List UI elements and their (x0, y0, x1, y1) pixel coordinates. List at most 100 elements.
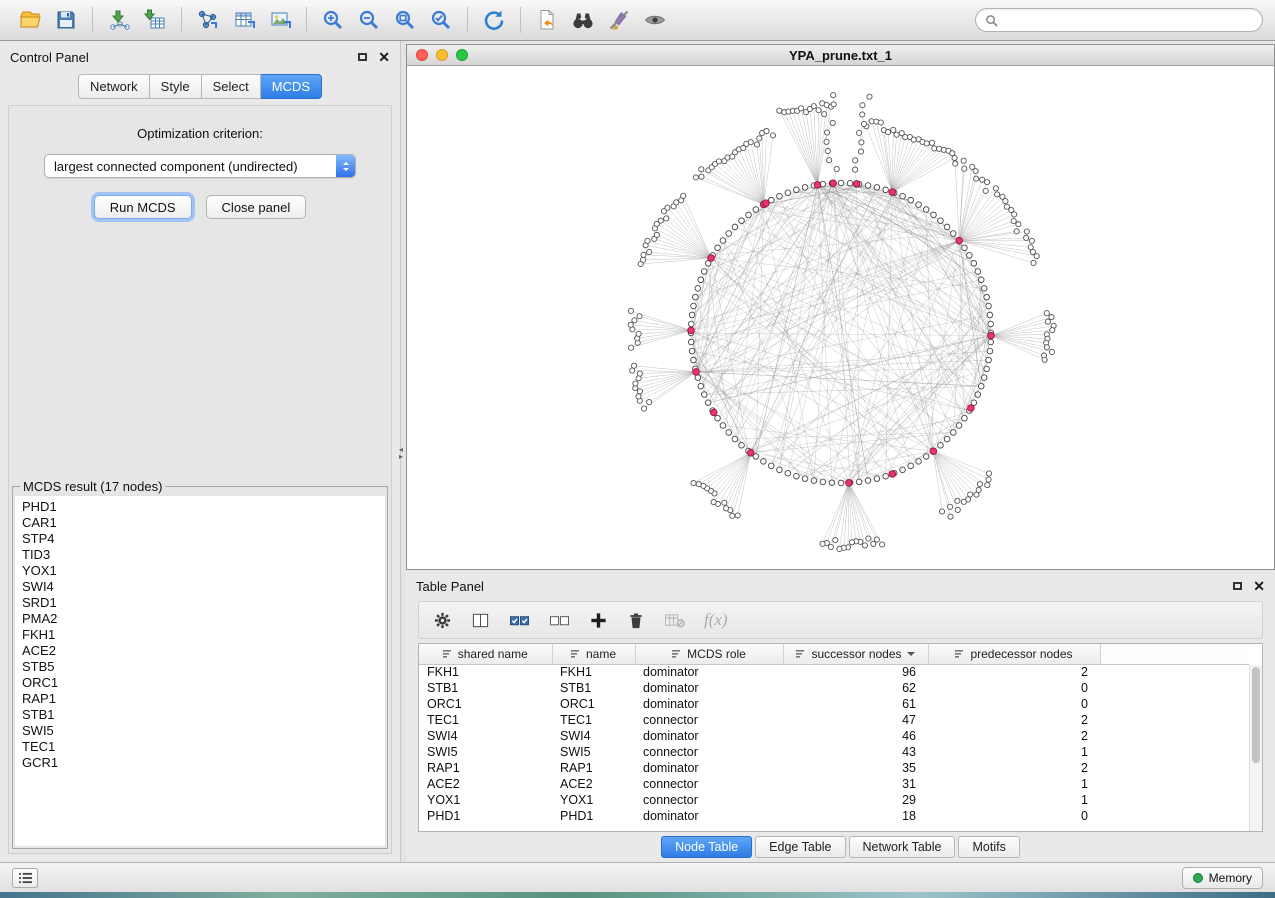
mcds-result-item[interactable]: CAR1 (22, 515, 378, 531)
column-header-predecessor-nodes[interactable]: predecessor nodes (928, 644, 1100, 664)
zoom-selected-button[interactable] (423, 4, 459, 36)
unselect-all-button[interactable] (549, 611, 570, 630)
tab-mcds[interactable]: MCDS (261, 74, 322, 99)
mcds-result-item[interactable]: RAP1 (22, 691, 378, 707)
close-panel-button[interactable]: Close panel (206, 195, 307, 219)
tab-network[interactable]: Network (78, 74, 150, 99)
export-network-icon (197, 9, 219, 31)
scrollbar-thumb[interactable] (1252, 667, 1260, 763)
sort-icon (571, 649, 581, 659)
select-all-button[interactable] (509, 611, 530, 630)
panel-divider[interactable]: ◂▸ (400, 41, 406, 862)
tab-select[interactable]: Select (202, 74, 261, 99)
column-header-shared-name[interactable]: shared name (419, 644, 552, 664)
table-row[interactable]: RAP1RAP1dominator352 (419, 760, 1249, 776)
tab-node-table[interactable]: Node Table (661, 836, 752, 858)
network-graph[interactable] (407, 66, 1274, 566)
mcds-result-item[interactable]: ORC1 (22, 675, 378, 691)
toolbar-separator (520, 7, 521, 33)
close-panel-icon[interactable]: ✕ (378, 50, 390, 64)
sort-icon (796, 649, 806, 659)
hide-graphics-details-button[interactable] (601, 4, 637, 36)
table-row[interactable]: PHD1PHD1dominator180 (419, 808, 1249, 824)
column-header-successor-nodes[interactable]: successor nodes (783, 644, 928, 664)
open-session-button[interactable] (12, 4, 48, 36)
zoom-out-button[interactable] (351, 4, 387, 36)
table-row[interactable]: YOX1YOX1connector291 (419, 792, 1249, 808)
table-row[interactable]: FKH1FKH1dominator962 (419, 664, 1249, 680)
search-box[interactable] (975, 8, 1263, 32)
mcds-result-item[interactable]: STB5 (22, 659, 378, 675)
mcds-result-item[interactable]: SRD1 (22, 595, 378, 611)
zoom-fit-button[interactable] (387, 4, 423, 36)
table-row[interactable]: ORC1ORC1dominator610 (419, 696, 1249, 712)
find-button[interactable] (565, 4, 601, 36)
column-header-name[interactable]: name (552, 644, 635, 664)
main-area: Control Panel ✕ Network Style Select MCD… (0, 41, 1275, 862)
mcds-result-list[interactable]: PHD1CAR1STP4TID3YOX1SWI4SRD1PMA2FKH1ACE2… (14, 495, 386, 847)
window-close-button[interactable] (416, 49, 428, 61)
save-floppy-icon (56, 10, 76, 30)
mcds-result-item[interactable]: SWI5 (22, 723, 378, 739)
table-row[interactable]: SWI4SWI4dominator462 (419, 728, 1249, 744)
network-window-titlebar[interactable]: YPA_prune.txt_1 (407, 45, 1274, 66)
window-minimize-button[interactable] (436, 49, 448, 61)
delete-column-button[interactable] (627, 611, 645, 630)
mcds-result-item[interactable]: TEC1 (22, 739, 378, 755)
column-header-mcds-role[interactable]: MCDS role (635, 644, 783, 664)
control-panel-title: Control Panel (10, 50, 89, 65)
table-row[interactable]: SWI5SWI5connector431 (419, 744, 1249, 760)
mcds-result-item[interactable]: PHD1 (22, 499, 378, 515)
main-toolbar (0, 0, 1275, 41)
sort-icon (443, 649, 453, 659)
mcds-result-item[interactable]: TID3 (22, 547, 378, 563)
tab-motifs[interactable]: Motifs (958, 836, 1019, 858)
share-document-button[interactable] (529, 4, 565, 36)
tab-edge-table[interactable]: Edge Table (755, 836, 845, 858)
search-input[interactable] (1004, 13, 1253, 27)
tab-network-table[interactable]: Network Table (849, 836, 956, 858)
table-row[interactable]: ACE2ACE2connector311 (419, 776, 1249, 792)
export-image-button[interactable] (262, 4, 298, 36)
table-panel-title: Table Panel (416, 579, 484, 594)
table-row[interactable]: STB1STB1dominator620 (419, 680, 1249, 696)
network-canvas[interactable] (407, 66, 1274, 569)
node-table-container: shared name name MCDS role successor n (418, 643, 1263, 832)
float-panel-icon[interactable] (358, 53, 367, 61)
export-table-button[interactable] (226, 4, 262, 36)
import-table-button[interactable] (137, 4, 173, 36)
create-column-button[interactable] (589, 611, 608, 630)
save-session-button[interactable] (48, 4, 84, 36)
mcds-result-item[interactable]: SWI4 (22, 579, 378, 595)
table-mode-button[interactable] (433, 611, 452, 630)
search-icon (985, 14, 998, 27)
export-network-button[interactable] (190, 4, 226, 36)
open-folder-icon (19, 9, 41, 31)
mcds-result-item[interactable]: FKH1 (22, 627, 378, 643)
show-columns-button[interactable] (471, 611, 490, 630)
show-hide-panels-button[interactable] (637, 4, 673, 36)
close-panel-icon[interactable]: ✕ (1253, 579, 1265, 593)
mcds-result-item[interactable]: STB1 (22, 707, 378, 723)
float-panel-icon[interactable] (1233, 582, 1242, 590)
table-row[interactable]: TEC1TEC1connector472 (419, 712, 1249, 728)
window-maximize-button[interactable] (456, 49, 468, 61)
mcds-result-item[interactable]: GCR1 (22, 755, 378, 771)
zoom-in-button[interactable] (315, 4, 351, 36)
refresh-view-button[interactable] (476, 4, 512, 36)
memory-button[interactable]: Memory (1182, 867, 1263, 889)
mcds-result-item[interactable]: STP4 (22, 531, 378, 547)
run-mcds-button[interactable]: Run MCDS (94, 195, 192, 219)
function-builder-button: f(x) (704, 610, 728, 630)
divider-collapse-icon[interactable]: ◂▸ (399, 446, 403, 460)
mcds-result-item[interactable]: ACE2 (22, 643, 378, 659)
delete-table-button (664, 612, 685, 629)
mcds-result-item[interactable]: PMA2 (22, 611, 378, 627)
mcds-result-item[interactable]: YOX1 (22, 563, 378, 579)
import-network-button[interactable] (101, 4, 137, 36)
optimization-criterion-select[interactable]: largest connected component (undirected) (44, 154, 356, 178)
control-panel-tabs: Network Style Select MCDS (0, 69, 400, 99)
panel-selector-button[interactable] (12, 868, 38, 888)
table-scrollbar[interactable] (1249, 665, 1262, 831)
tab-style[interactable]: Style (150, 74, 202, 99)
